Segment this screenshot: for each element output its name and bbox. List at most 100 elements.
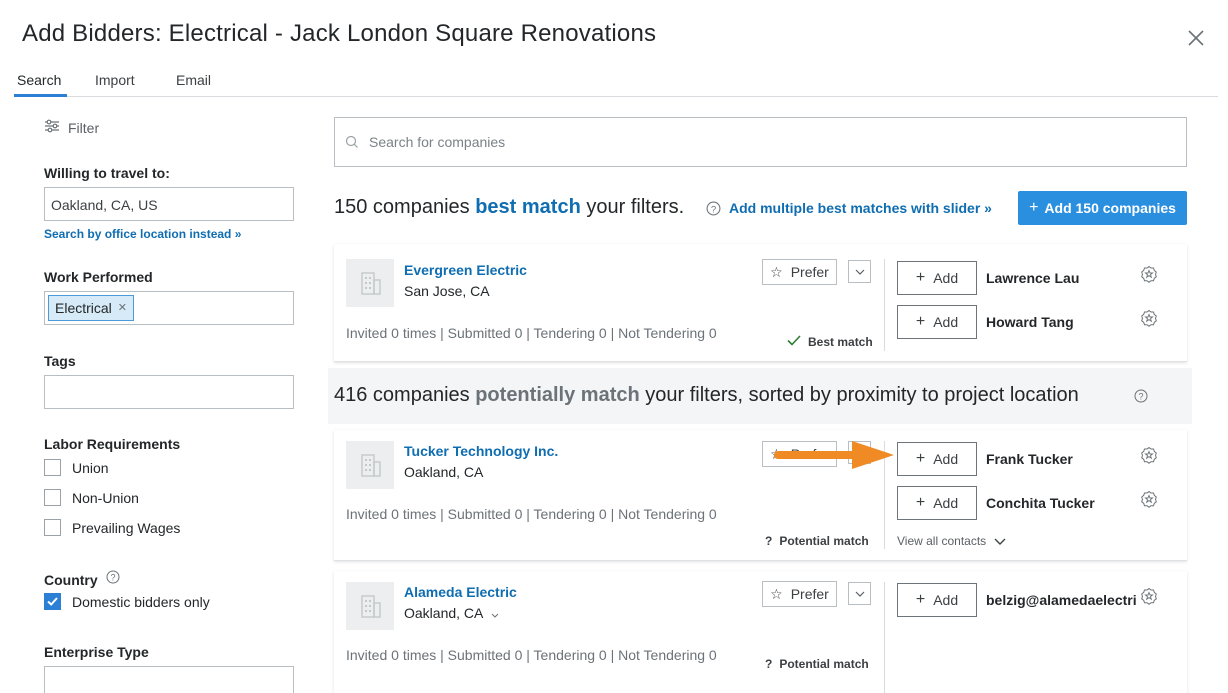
company-stats: Invited 0 times | Submitted 0 | Tenderin… [346,325,717,341]
help-icon[interactable]: ? [106,570,120,589]
add-label: Add [933,495,959,511]
plus-icon: + [915,494,926,511]
checkbox-checked[interactable] [44,593,61,610]
prefer-label: Prefer [790,586,829,602]
award-icon[interactable] [1140,490,1158,513]
filter-header[interactable]: Filter [44,118,99,137]
close-icon[interactable] [1186,28,1206,48]
dialog-title: Add Bidders: Electrical - Jack London Sq… [22,20,657,47]
work-performed-label: Work Performed [44,269,153,285]
company-name[interactable]: Alameda Electric [404,584,517,600]
add-contact-button[interactable]: + Add [897,305,977,339]
checkbox-label: Union [72,459,109,476]
company-name[interactable]: Tucker Technology Inc. [404,443,558,459]
check-icon [787,335,801,349]
award-icon[interactable] [1140,265,1158,288]
company-city: Oakland, CA [404,464,484,480]
search-icon [345,135,359,154]
company-city: Oakland, CA [404,605,484,621]
add-label: Add [933,270,959,286]
building-icon [346,441,394,489]
tab-email[interactable]: Email [176,72,211,88]
potential-suffix: your filters, sorted by proximity to pro… [645,384,1079,406]
work-chip-label: Electrical [55,300,112,316]
tags-input[interactable] [44,375,294,409]
star-icon: ☆ [770,585,783,602]
company-city: San Jose, CA [404,283,490,299]
building-icon [346,259,394,307]
best-match-count: 150 companies [334,196,470,218]
add-label: Add [933,314,959,330]
question-icon: ? [765,534,773,548]
checkbox[interactable] [44,489,61,506]
add-contact-button[interactable]: + Add [897,486,977,520]
building-icon [346,582,394,630]
work-performed-input[interactable]: Electrical ✕ [44,291,294,325]
svg-text:?: ? [711,204,716,215]
prefer-button[interactable]: ☆ Prefer [762,259,837,285]
plus-icon: + [915,269,926,286]
best-match-suffix: your filters. [586,196,685,218]
add-all-companies-button[interactable]: + Add 150 companies [1018,191,1187,225]
labor-option-union[interactable]: Union [44,459,109,476]
add-contact-button[interactable]: + Add [897,583,977,617]
help-icon[interactable]: ? [1134,389,1148,408]
country-label: Country [44,571,98,588]
contact-name: Lawrence Lau [986,270,1080,286]
view-all-contacts-link[interactable]: View all contacts [897,534,1006,548]
checkbox-label: Non-Union [72,489,139,506]
enterprise-type-label: Enterprise Type [44,644,149,660]
match-label: Best match [808,335,873,349]
plus-icon: + [915,591,926,608]
checkbox-label: Prevailing Wages [72,519,181,536]
contact-name: Conchita Tucker [986,495,1095,511]
card-divider [884,582,885,693]
tab-import[interactable]: Import [95,72,135,88]
potential-match-badge: ? Potential match [765,534,869,548]
arrow-annotation-icon [774,437,898,478]
chevron-down-icon[interactable] [848,582,871,605]
potential-highlight: potentially match [475,384,640,406]
potential-match-badge: ? Potential match [765,657,869,671]
checkbox[interactable] [44,519,61,536]
plus-icon: + [915,450,926,467]
help-icon[interactable]: ? [706,201,721,221]
award-icon[interactable] [1140,587,1158,610]
labor-option-prevailing-wages[interactable]: Prevailing Wages [44,519,180,536]
chip-remove-icon[interactable]: ✕ [118,296,127,320]
sliders-icon [44,118,60,137]
office-location-link[interactable]: Search by office location instead » [44,227,241,241]
best-match-highlight: best match [475,196,581,218]
svg-text:?: ? [1138,392,1143,402]
add-all-label: Add 150 companies [1044,200,1176,216]
chevron-down-icon [491,605,499,621]
enterprise-type-input[interactable] [44,666,294,693]
chevron-down-icon[interactable] [848,260,871,283]
labor-option-non-union[interactable]: Non-Union [44,489,139,506]
tags-label: Tags [44,353,76,369]
travel-label: Willing to travel to: [44,165,170,181]
add-multiple-slider-link[interactable]: Add multiple best matches with slider » [729,200,992,216]
match-label: Potential match [779,657,869,671]
best-match-badge: Best match [787,335,873,349]
add-contact-button[interactable]: + Add [897,261,977,295]
match-label: Potential match [779,534,869,548]
active-tab-indicator [14,94,67,97]
checkbox[interactable] [44,459,61,476]
travel-input[interactable]: Oakland, CA, US [44,187,294,221]
prefer-button[interactable]: ☆ Prefer [762,581,837,607]
award-icon[interactable] [1140,309,1158,332]
company-city-row[interactable]: Oakland, CA [404,605,499,621]
prefer-label: Prefer [790,264,829,280]
domestic-bidders-option[interactable]: Domestic bidders only [44,593,210,610]
tab-search[interactable]: Search [17,72,61,88]
add-label: Add [933,451,959,467]
add-contact-button[interactable]: + Add [897,442,977,476]
best-match-summary: 150 companies best match your filters. [334,196,684,219]
add-label: Add [933,592,959,608]
company-name[interactable]: Evergreen Electric [404,262,527,278]
country-header: Country ? [44,570,120,589]
award-icon[interactable] [1140,446,1158,469]
contact-name: Frank Tucker [986,451,1073,467]
contact-name: Howard Tang [986,314,1074,330]
